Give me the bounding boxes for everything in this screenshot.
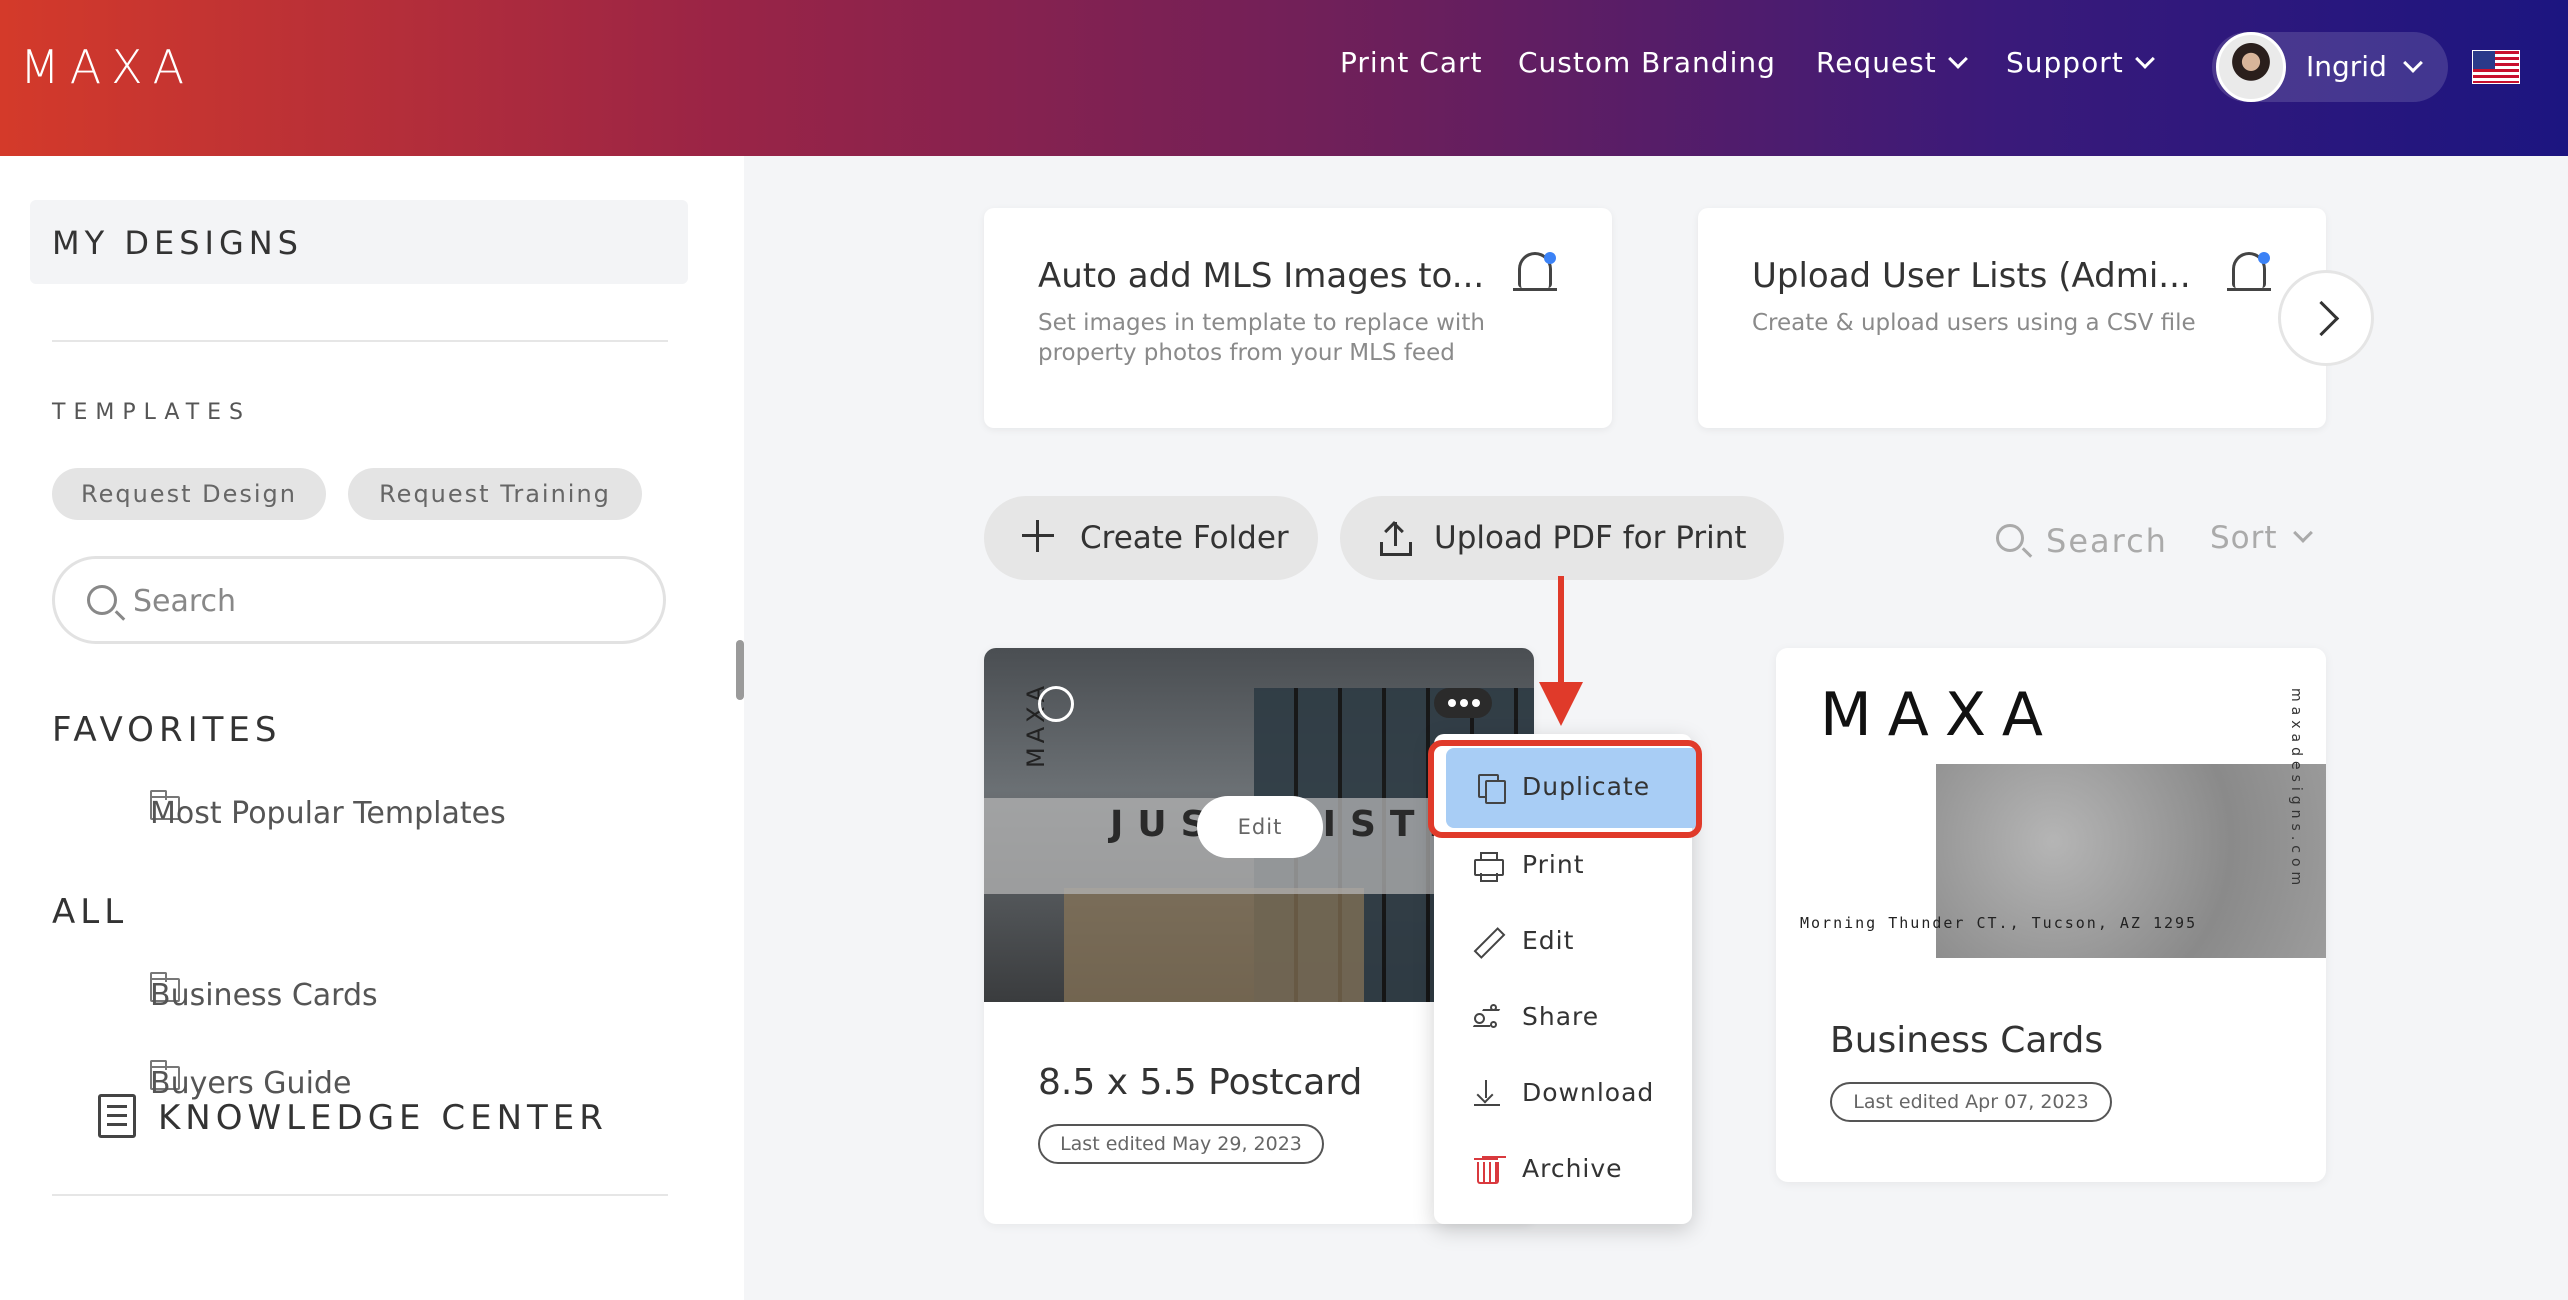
search-label: Search <box>2046 522 2168 560</box>
trash-icon <box>1474 1156 1500 1184</box>
notification-dot <box>1544 252 1556 264</box>
carousel-next-button[interactable] <box>2278 270 2374 366</box>
design-title: Business Cards <box>1830 1020 2104 1061</box>
notice-title: Upload User Lists (Admi... <box>1752 256 2191 296</box>
search-icon <box>1996 524 2024 552</box>
pencil-icon <box>1474 928 1500 954</box>
select-checkbox[interactable] <box>1038 686 1074 722</box>
top-bar: MAXA Print Cart Custom Branding Request … <box>0 0 2568 156</box>
menu-item-edit[interactable]: Edit <box>1434 904 1692 980</box>
share-icon <box>1474 1004 1500 1030</box>
knowledge-center-link[interactable]: KNOWLEDGE CENTER <box>158 1098 608 1138</box>
notice-description: Set images in template to replace with p… <box>1038 310 1485 366</box>
sidebar-resize-handle[interactable] <box>736 640 744 700</box>
notice-description: Create & upload users using a CSV file <box>1752 310 2196 336</box>
menu-item-archive[interactable]: Archive <box>1434 1132 1692 1208</box>
request-training-chip[interactable]: Request Training <box>348 468 642 520</box>
folder-label: Buyers Guide <box>150 1066 352 1101</box>
create-folder-button[interactable]: Create Folder <box>984 496 1318 580</box>
sidebar-search[interactable] <box>52 556 666 644</box>
folder-label: Most Popular Templates <box>150 796 506 831</box>
nav-custom-branding[interactable]: Custom Branding <box>1518 46 1776 79</box>
nav-support[interactable]: Support <box>2006 46 2155 79</box>
avatar[interactable] <box>2216 32 2286 102</box>
notification-dot <box>2258 252 2270 264</box>
design-card-business-cards[interactable]: MAXA Morning Thunder CT., Tucson, AZ 129… <box>1776 648 2326 1182</box>
menu-item-download[interactable]: Download <box>1434 1056 1692 1132</box>
sidebar-item-my-designs[interactable]: MY DESIGNS <box>30 200 688 284</box>
chevron-down-icon <box>2134 49 2155 69</box>
last-edited-badge: Last edited May 29, 2023 <box>1038 1124 1324 1164</box>
notice-title: Auto add MLS Images to... <box>1038 256 1485 296</box>
us-flag-icon[interactable] <box>2472 50 2520 84</box>
templates-label: TEMPLATES <box>52 400 251 425</box>
sidebar-search-input[interactable] <box>133 577 633 625</box>
folder-label: Business Cards <box>150 978 378 1013</box>
thumbnail-brand: MAXA <box>1820 680 2059 750</box>
chevron-down-icon <box>1947 49 1968 69</box>
nav-print-cart[interactable]: Print Cart <box>1340 46 1483 79</box>
thumbnail-address: Morning Thunder CT., Tucson, AZ 1295 <box>1800 914 2198 932</box>
notice-card-mls[interactable]: Auto add MLS Images to... Set images in … <box>984 208 1612 428</box>
menu-item-share[interactable]: Share <box>1434 980 1692 1056</box>
annotation-arrow <box>1558 576 1564 684</box>
more-options-button[interactable] <box>1434 688 1492 718</box>
favorites-title: FAVORITES <box>52 710 282 750</box>
menu-item-print[interactable]: Print <box>1434 828 1692 904</box>
divider <box>52 340 668 342</box>
nav-request[interactable]: Request <box>1816 46 1968 79</box>
document-icon <box>98 1094 136 1138</box>
upload-pdf-button[interactable]: Upload PDF for Print <box>1340 496 1784 580</box>
upload-icon <box>1380 520 1412 556</box>
sort-dropdown[interactable]: Sort <box>2210 520 2278 556</box>
edit-button[interactable]: Edit <box>1197 796 1323 858</box>
divider <box>52 1194 668 1196</box>
thumbnail-website: maxadesigns.com <box>2288 688 2304 891</box>
chevron-down-icon[interactable] <box>2293 523 2313 543</box>
design-title: 8.5 x 5.5 Postcard <box>1038 1062 1363 1103</box>
download-icon <box>1474 1080 1500 1106</box>
user-name[interactable]: Ingrid <box>2306 50 2387 83</box>
search-icon <box>87 585 117 615</box>
sidebar-item-label: MY DESIGNS <box>52 224 303 262</box>
last-edited-badge: Last edited Apr 07, 2023 <box>1830 1082 2112 1122</box>
annotation-arrow-head <box>1539 682 1583 726</box>
duplicate-highlight-box <box>1428 740 1702 838</box>
request-design-chip[interactable]: Request Design <box>52 468 326 520</box>
printer-icon <box>1474 852 1504 878</box>
notice-card-upload-users[interactable]: Upload User Lists (Admi... Create & uplo… <box>1698 208 2326 428</box>
design-search[interactable]: Search <box>1996 520 2176 564</box>
maxa-logo[interactable]: MAXA <box>20 40 194 94</box>
plus-icon <box>1022 520 1054 552</box>
all-title: ALL <box>52 892 129 932</box>
design-thumbnail[interactable]: MAXA Morning Thunder CT., Tucson, AZ 129… <box>1776 648 2326 958</box>
